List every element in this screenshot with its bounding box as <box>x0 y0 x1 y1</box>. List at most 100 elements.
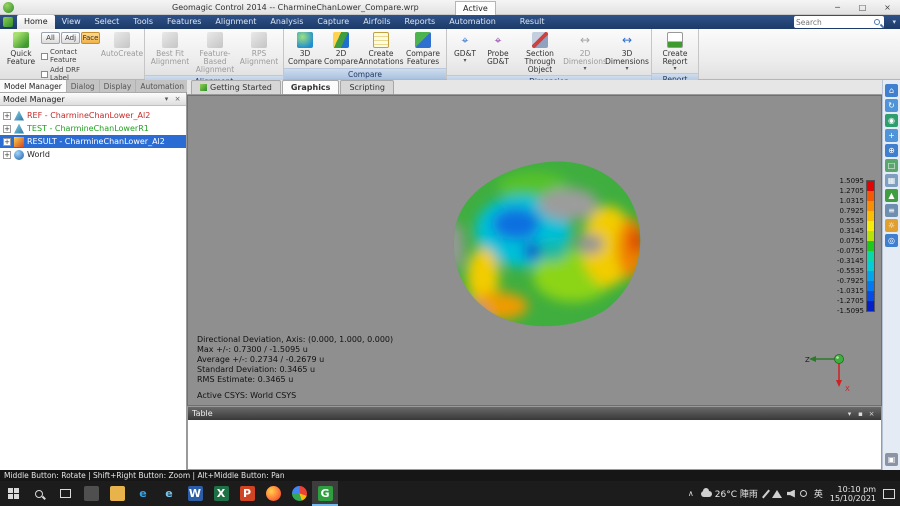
file-explorer-icon[interactable] <box>104 481 130 506</box>
rps-alignment-button[interactable]: RPS Alignment <box>238 31 280 67</box>
panel-menu-icon[interactable]: ▾ <box>161 95 172 103</box>
tab-home[interactable]: Home <box>17 15 55 29</box>
action-center-icon[interactable] <box>883 489 895 499</box>
pan-icon[interactable]: + <box>885 129 898 142</box>
sidebar-tab-display[interactable]: Display <box>100 80 137 92</box>
sidebar-tab-dialog[interactable]: Dialog <box>67 80 100 92</box>
language-indicator[interactable]: 英 <box>814 487 823 500</box>
clock[interactable]: 10:10 pm 15/10/2021 <box>830 485 876 503</box>
firefox-icon[interactable] <box>260 481 286 506</box>
display-app-icon[interactable] <box>78 481 104 506</box>
tab-reports[interactable]: Reports <box>398 15 443 29</box>
snapshot-icon[interactable]: ▣ <box>885 453 898 466</box>
expand-icon[interactable]: + <box>3 112 11 120</box>
maximize-button[interactable]: □ <box>850 0 875 15</box>
internet-explorer-icon[interactable]: e <box>156 481 182 506</box>
gdt-button[interactable]: ⌖ GD&T ▾ <box>450 31 480 65</box>
table-close-icon[interactable]: × <box>866 410 877 418</box>
excel-icon[interactable]: X <box>208 481 234 506</box>
tray-expand-icon[interactable]: ∧ <box>688 489 694 498</box>
tree-item-3[interactable]: + World <box>0 148 186 161</box>
feature-based-alignment-button[interactable]: Feature-Based Alignment <box>192 31 238 75</box>
tab-capture[interactable]: Capture <box>310 15 356 29</box>
table-panel-header[interactable]: Table ▾ ▪ × <box>188 407 881 420</box>
task-view-button[interactable] <box>52 481 78 506</box>
quick-feature-button[interactable]: Quick Feature <box>3 31 39 67</box>
tree-item-2[interactable]: + RESULT - CharmineChanLower_Al2 <box>0 135 186 148</box>
network-icon[interactable] <box>772 490 782 498</box>
tab-getting-started[interactable]: Getting Started <box>191 80 281 94</box>
expand-icon[interactable]: + <box>3 138 11 146</box>
redraw-icon[interactable]: ↻ <box>885 99 898 112</box>
filter-face-button[interactable]: Face <box>81 32 100 44</box>
spin-icon[interactable]: ◎ <box>885 234 898 247</box>
legend-value: 0.0755 <box>837 236 864 246</box>
autocreate-button[interactable]: AutoCreate <box>103 31 141 59</box>
deviation-model-3d[interactable] <box>438 156 658 336</box>
dimensions-3d-button[interactable]: ↔ 3D Dimensions ▾ <box>606 31 648 73</box>
volume-icon[interactable] <box>787 490 795 498</box>
app-menu-icon[interactable] <box>3 17 13 27</box>
filter-all-button[interactable]: All <box>41 32 60 44</box>
expand-icon[interactable]: + <box>3 125 11 133</box>
panel-close-icon[interactable]: × <box>172 95 183 103</box>
tab-select[interactable]: Select <box>88 15 127 29</box>
wireframe-icon[interactable]: ≡ <box>885 204 898 217</box>
tree-item-0[interactable]: + REF - CharmineChanLower_Al2 <box>0 109 186 122</box>
tab-alignment[interactable]: Alignment <box>208 15 263 29</box>
word-icon[interactable]: W <box>182 481 208 506</box>
zoom-window-icon[interactable]: □ <box>885 159 898 172</box>
tab-scripting[interactable]: Scripting <box>340 80 394 94</box>
powerpoint-icon[interactable]: P <box>234 481 260 506</box>
search-options-icon[interactable]: ▾ <box>892 18 896 26</box>
tab-view[interactable]: View <box>55 15 88 29</box>
contact-feature-checkbox[interactable]: Contact Feature <box>41 48 101 64</box>
dimensions-2d-button[interactable]: ↔ 2D Dimensions ▾ <box>564 31 606 73</box>
graphics-viewport[interactable]: 1.5095 1.2705 1.0315 0.7925 0.5535 0.314… <box>187 95 882 406</box>
tab-analysis[interactable]: Analysis <box>263 15 310 29</box>
expand-icon[interactable]: + <box>3 151 11 159</box>
close-button[interactable]: × <box>875 0 900 15</box>
start-button[interactable] <box>0 481 26 506</box>
taskbar-search-button[interactable] <box>26 481 52 506</box>
compare-2d-button[interactable]: 2D Compare <box>323 31 359 67</box>
create-annotations-button[interactable]: Create Annotations <box>359 31 403 67</box>
sidebar-tab-model-manager[interactable]: Model Manager <box>0 80 67 92</box>
pen-icon[interactable] <box>762 489 770 498</box>
tab-graphics[interactable]: Graphics <box>282 80 340 94</box>
compare-3d-button[interactable]: 3D Compare <box>287 31 323 67</box>
grid-icon[interactable]: ▦ <box>885 174 898 187</box>
search-icon[interactable] <box>874 19 880 25</box>
geomagic-icon[interactable]: G <box>312 481 338 506</box>
probe-gdt-button[interactable]: ⌖ Probe GD&T <box>480 31 516 67</box>
tray-misc-icon[interactable] <box>800 490 807 497</box>
search-input[interactable] <box>796 18 874 27</box>
system-tray: ∧ 26°C 陣雨 英 10:10 pm 15/10/2021 <box>688 485 900 503</box>
tab-automation[interactable]: Automation <box>442 15 503 29</box>
tree-item-1[interactable]: + TEST - CharmineChanLowerR1 <box>0 122 186 135</box>
weather-widget[interactable]: 26°C 陣雨 <box>701 487 758 500</box>
orientation-axes[interactable]: Z X <box>805 347 853 393</box>
tab-airfoils[interactable]: Airfoils <box>356 15 397 29</box>
light-icon[interactable]: ☼ <box>885 219 898 232</box>
tab-result[interactable]: Result <box>513 15 552 29</box>
rotate-view-icon[interactable]: ◉ <box>885 114 898 127</box>
minimize-button[interactable]: ─ <box>825 0 850 15</box>
tab-features[interactable]: Features <box>160 15 208 29</box>
shade-icon[interactable]: ▲ <box>885 189 898 202</box>
zoom-icon[interactable]: ⊕ <box>885 144 898 157</box>
search-box[interactable] <box>794 16 884 28</box>
chrome-icon[interactable] <box>286 481 312 506</box>
edge-icon[interactable]: e <box>130 481 156 506</box>
compare-features-button[interactable]: Compare Features <box>403 31 443 67</box>
section-through-object-button[interactable]: Section Through Object <box>516 31 564 75</box>
tab-tools[interactable]: Tools <box>126 15 160 29</box>
create-report-button[interactable]: Create Report ▾ <box>655 31 695 73</box>
table-pin-icon[interactable]: ▪ <box>855 410 866 418</box>
home-view-icon[interactable]: ⌂ <box>885 84 898 97</box>
filter-adj-button[interactable]: Adj <box>61 32 80 44</box>
best-fit-alignment-button[interactable]: Best Fit Alignment <box>148 31 192 67</box>
active-config-tab[interactable]: Active <box>455 1 496 15</box>
sidebar-tab-automation[interactable]: Automation <box>136 80 189 92</box>
table-menu-icon[interactable]: ▾ <box>844 410 855 418</box>
